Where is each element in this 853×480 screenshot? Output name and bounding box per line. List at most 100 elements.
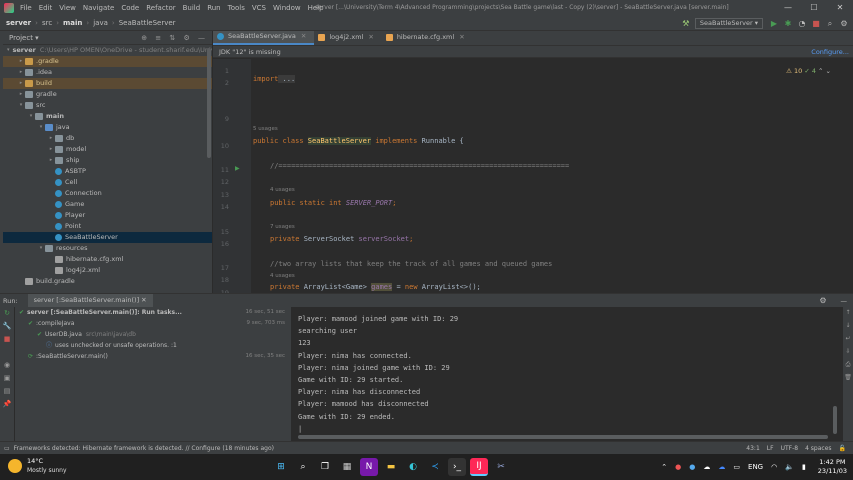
code-line-field-socket[interactable]: private ServerSocket serverSocket; — [270, 235, 413, 243]
tree-item--gradle[interactable]: ▸ .gradle — [3, 56, 212, 67]
line-separator[interactable]: LF — [767, 445, 774, 452]
chevron-right-icon[interactable]: ▸ — [17, 67, 25, 78]
chevron-down-icon[interactable]: ▾ — [17, 100, 25, 111]
layout-icon[interactable]: ▤ — [0, 385, 14, 398]
tree-item-log4j2-xml[interactable]: log4j2.xml — [3, 265, 212, 276]
chevron-right-icon[interactable]: ▸ — [17, 56, 25, 67]
up-arrow-icon[interactable]: ↑ — [843, 306, 853, 319]
search-icon[interactable]: ⌕ — [825, 19, 835, 29]
chevron-right-icon[interactable]: ▸ — [47, 155, 55, 166]
usages-hint[interactable]: 4 usages — [270, 187, 295, 193]
build-tree-item[interactable]: ✔ UserDB.java src\main\java\db — [15, 329, 291, 340]
tree-item-cell[interactable]: Cell — [3, 177, 212, 188]
wrap-icon[interactable]: ↵ — [843, 332, 853, 345]
chevron-down-icon[interactable]: ▾ — [27, 111, 35, 122]
tree-item-build[interactable]: ▸ build — [3, 78, 212, 89]
tree-item-model[interactable]: ▸ model — [3, 144, 212, 155]
build-tree-item[interactable]: ⟳:SeaBattleServer.main() 16 sec, 35 sec — [15, 351, 291, 362]
tree-item-resources[interactable]: ▾ resources — [3, 243, 212, 254]
breadcrumb-src[interactable]: src — [42, 19, 52, 27]
menu-refactor[interactable]: Refactor — [146, 4, 175, 12]
usages-hint[interactable]: 7 usages — [270, 224, 295, 230]
close-tab-icon[interactable]: ✕ — [301, 31, 306, 44]
editor-tab[interactable]: SeaBattleServer.java ✕ — [213, 31, 315, 45]
onedrive-icon[interactable]: ☁ — [703, 463, 710, 471]
volume-icon[interactable]: 🔈 — [785, 463, 794, 471]
tree-item-asbtp[interactable]: ASBTP — [3, 166, 212, 177]
tree-item--idea[interactable]: ▸ .idea — [3, 67, 212, 78]
maximize-button[interactable]: ☐ — [801, 0, 827, 16]
tree-item-db[interactable]: ▸ db — [3, 133, 212, 144]
breadcrumb-class[interactable]: SeaBattleServer — [119, 19, 176, 27]
settings-icon[interactable]: ⚙ — [839, 19, 849, 28]
menu-run[interactable]: Run — [207, 4, 220, 12]
editor-scrollbar[interactable] — [843, 59, 853, 293]
minimize-button[interactable]: — — [775, 0, 801, 16]
breadcrumb-main[interactable]: main — [63, 19, 82, 27]
print-icon[interactable]: ⎙ — [843, 358, 853, 371]
vscode-icon[interactable]: ≺ — [426, 458, 444, 476]
project-scrollbar[interactable] — [207, 48, 211, 158]
editor-tab[interactable]: hibernate.cfg.xml ✕ — [382, 31, 473, 45]
menu-tools[interactable]: Tools — [228, 4, 245, 12]
wifi-icon[interactable]: ◠ — [771, 463, 777, 471]
run-tab[interactable]: server [:SeaBattleServer.main()] ✕ — [27, 294, 153, 307]
coverage-icon[interactable]: ◔ — [797, 19, 807, 28]
close-tab-icon[interactable]: ✕ — [459, 31, 464, 45]
run-config-select[interactable]: SeaBattleServer ▾ — [694, 18, 763, 29]
eye-icon[interactable]: ◉ — [0, 359, 14, 372]
menu-vcs[interactable]: VCS — [252, 4, 266, 12]
power-icon[interactable]: ▮ — [802, 463, 806, 471]
menu-edit[interactable]: Edit — [39, 4, 53, 12]
run-icon[interactable]: ▶ — [769, 19, 779, 28]
status-icon[interactable]: ▭ — [4, 445, 10, 452]
hammer-icon[interactable]: ⚒ — [681, 19, 691, 28]
chevron-down-icon[interactable]: ▾ — [7, 45, 10, 56]
menu-code[interactable]: Code — [121, 4, 139, 12]
menu-window[interactable]: Window — [273, 4, 301, 12]
weather-widget[interactable]: 14°C Mostly sunny — [8, 457, 67, 475]
rerun-icon[interactable]: ↻ — [0, 307, 14, 320]
inspection-badge[interactable]: ⚠ 10 ✓ 4 ⌃ ⌄ — [786, 67, 831, 75]
tree-item-game[interactable]: Game — [3, 199, 212, 210]
menu-build[interactable]: Build — [183, 4, 201, 12]
file-explorer-icon[interactable]: ▬ — [382, 458, 400, 476]
usages-hint[interactable]: 5 usages — [253, 126, 278, 132]
status-message[interactable]: Frameworks detected: Hibernate framework… — [14, 445, 274, 452]
tree-item-hibernate-cfg-xml[interactable]: hibernate.cfg.xml — [3, 254, 212, 265]
intellij-icon[interactable]: IJ — [470, 458, 488, 476]
tree-item-src[interactable]: ▾ src — [3, 100, 212, 111]
indent-setting[interactable]: 4 spaces — [805, 445, 831, 452]
breadcrumb-server[interactable]: server — [6, 19, 31, 27]
pin-icon[interactable]: 📌 — [0, 398, 14, 411]
build-tree-item[interactable]: ⓘ uses unchecked or unsafe operations. :1 — [15, 340, 291, 351]
onedrive-business-icon[interactable]: ☁ — [718, 463, 725, 471]
search-icon[interactable]: ⌕ — [294, 458, 312, 476]
run-gutter-icon[interactable]: ▶ — [235, 165, 240, 172]
stop-icon[interactable]: ■ — [0, 333, 14, 346]
battery-icon[interactable]: ▭ — [733, 463, 740, 471]
task-view-icon[interactable]: ❐ — [316, 458, 334, 476]
camera-icon[interactable]: ▣ — [0, 372, 14, 385]
tree-item-seabattleserver[interactable]: SeaBattleServer — [3, 232, 212, 243]
app-tray-icon-1[interactable]: ● — [675, 463, 681, 471]
close-button[interactable]: ✕ — [827, 0, 853, 16]
chevron-right-icon[interactable]: ▸ — [47, 144, 55, 155]
snipping-tool-icon[interactable]: ✂ — [492, 458, 510, 476]
menu-navigate[interactable]: Navigate — [83, 4, 114, 12]
build-tree-item[interactable]: ✔:compileJava 9 sec, 703 ms — [15, 318, 291, 329]
usages-hint[interactable]: 4 usages — [270, 273, 295, 279]
tree-item-build-gradle[interactable]: build.gradle — [3, 276, 212, 287]
tree-item-java[interactable]: ▾ java — [3, 122, 212, 133]
editor-tab[interactable]: log4j2.xml ✕ — [314, 31, 382, 45]
wrench-icon[interactable]: 🔧 — [0, 320, 14, 333]
file-encoding[interactable]: UTF-8 — [781, 445, 799, 452]
menu-view[interactable]: View — [59, 4, 76, 12]
scroll-end-icon[interactable]: ⇩ — [843, 345, 853, 358]
code-line-class[interactable]: public class SeaBattleServer implements … — [253, 137, 464, 145]
gear-icon[interactable]: ⚙ — [819, 296, 826, 305]
code-line-comment[interactable]: //======================================… — [270, 162, 569, 170]
code-line-import[interactable]: import ... — [253, 75, 296, 83]
chevron-right-icon[interactable]: ▸ — [17, 78, 25, 89]
clock[interactable]: 1:42 PM 23/11/03 — [818, 458, 847, 476]
